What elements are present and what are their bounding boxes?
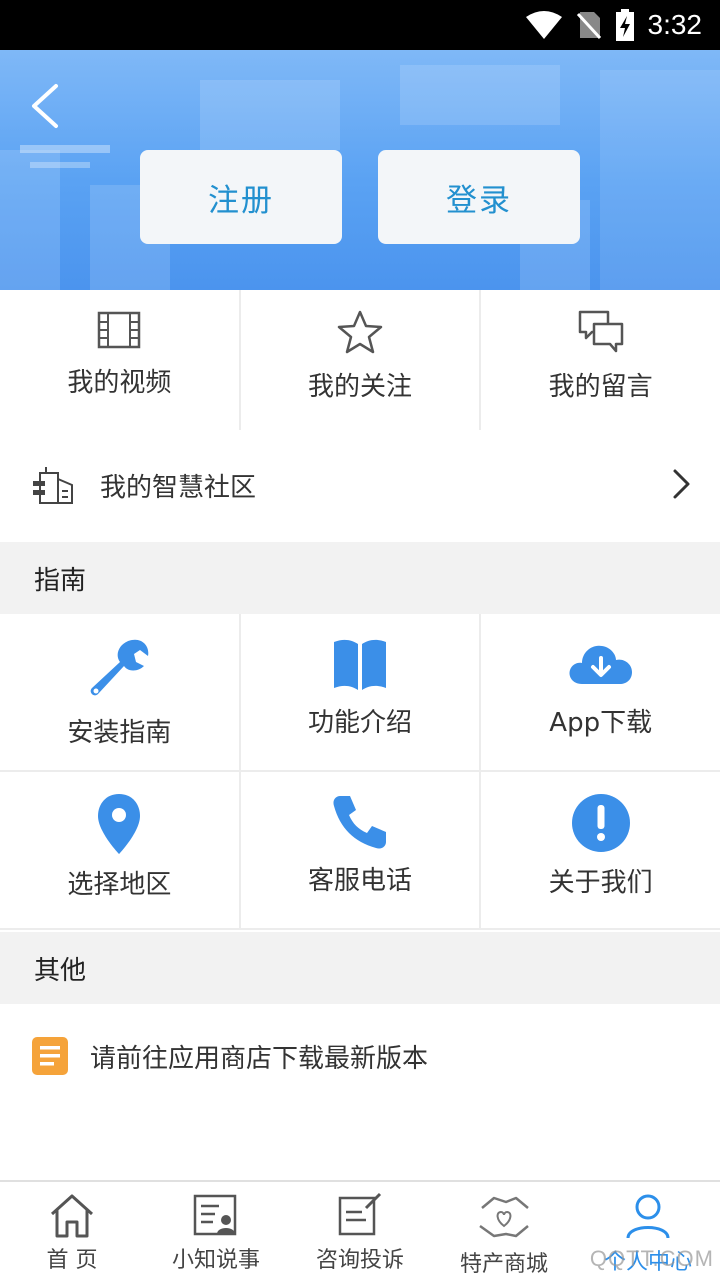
document-icon	[32, 1037, 68, 1075]
header-decoration	[400, 65, 560, 125]
person-icon	[626, 1194, 670, 1239]
header-decoration	[20, 145, 110, 153]
header-decoration	[600, 70, 720, 290]
login-button[interactable]: 登录	[378, 150, 580, 244]
star-icon	[337, 310, 383, 354]
my-content-grid: 我的视频 我的关注 我的留言	[0, 290, 720, 432]
no-sim-icon	[576, 12, 601, 40]
update-notice-item[interactable]: 请前往应用商店下载最新版本	[0, 1004, 720, 1108]
header-decoration	[200, 80, 340, 150]
handshake-heart-icon	[479, 1196, 529, 1238]
about-us-label: 关于我们	[548, 868, 653, 898]
news-icon	[193, 1194, 237, 1236]
back-arrow-icon[interactable]	[22, 78, 72, 134]
status-bar: 3:32	[0, 0, 720, 50]
wrench-icon	[91, 639, 149, 696]
edit-icon	[338, 1192, 382, 1236]
my-videos-item[interactable]: 我的视频	[0, 290, 241, 430]
guide-section-title: 指南	[34, 565, 87, 596]
building-icon	[33, 467, 73, 504]
nav-mall[interactable]: 特产商城	[432, 1182, 576, 1280]
cloud-download-icon	[569, 645, 632, 684]
phone-icon	[333, 796, 386, 849]
chevron-right-icon	[673, 469, 690, 499]
my-follows-item[interactable]: 我的关注	[241, 290, 482, 430]
update-notice-label: 请前往应用商店下载最新版本	[90, 1043, 429, 1074]
location-pin-icon	[98, 794, 141, 854]
status-time: 3:32	[647, 9, 703, 40]
other-section-title: 其他	[34, 955, 87, 986]
select-region-item[interactable]: 选择地区	[0, 772, 241, 928]
my-messages-item[interactable]: 我的留言	[481, 290, 720, 430]
about-us-item[interactable]: 关于我们	[481, 772, 720, 928]
guide-row-2: 选择地区 客服电话 关于我们	[0, 772, 720, 930]
nav-consult[interactable]: 咨询投诉	[288, 1182, 432, 1280]
guide-section-header: 指南	[0, 542, 720, 614]
register-button[interactable]: 注册	[140, 150, 342, 244]
film-icon	[98, 311, 141, 349]
customer-service-phone-label: 客服电话	[308, 866, 413, 896]
login-label: 登录	[446, 182, 512, 219]
chat-icon	[578, 310, 623, 353]
battery-charging-icon	[615, 9, 634, 41]
smart-community-label: 我的智慧社区	[100, 472, 257, 503]
nav-mall-label: 特产商城	[459, 1252, 548, 1277]
book-icon	[334, 639, 386, 690]
my-videos-label: 我的视频	[67, 368, 172, 398]
install-guide-label: 安装指南	[67, 718, 172, 748]
header-decoration	[0, 150, 60, 290]
nav-home-label: 首 页	[46, 1248, 98, 1273]
nav-consult-label: 咨询投诉	[315, 1248, 404, 1273]
feature-intro-label: 功能介绍	[308, 708, 413, 738]
my-messages-label: 我的留言	[548, 372, 653, 402]
home-icon	[50, 1194, 94, 1238]
wifi-icon	[525, 11, 562, 39]
watermark: QQTT.COM	[589, 1246, 714, 1271]
app-download-label: App下载	[549, 708, 653, 738]
customer-service-phone-item[interactable]: 客服电话	[241, 772, 482, 928]
guide-row-1: 安装指南 功能介绍 App下载	[0, 614, 720, 772]
header-decoration	[30, 162, 90, 168]
feature-intro-item[interactable]: 功能介绍	[241, 614, 482, 770]
install-guide-item[interactable]: 安装指南	[0, 614, 241, 770]
nav-home[interactable]: 首 页	[0, 1182, 144, 1280]
other-section-header: 其他	[0, 932, 720, 1004]
select-region-label: 选择地区	[67, 870, 172, 900]
register-label: 注册	[208, 182, 274, 219]
app-download-item[interactable]: App下载	[481, 614, 720, 770]
my-follows-label: 我的关注	[308, 372, 413, 402]
nav-news[interactable]: 小知说事	[144, 1182, 288, 1280]
smart-community-row[interactable]: 我的智慧社区	[0, 430, 720, 540]
nav-news-label: 小知说事	[171, 1248, 260, 1273]
profile-header: 注册 登录	[0, 50, 720, 290]
info-exclamation-icon	[571, 794, 630, 852]
